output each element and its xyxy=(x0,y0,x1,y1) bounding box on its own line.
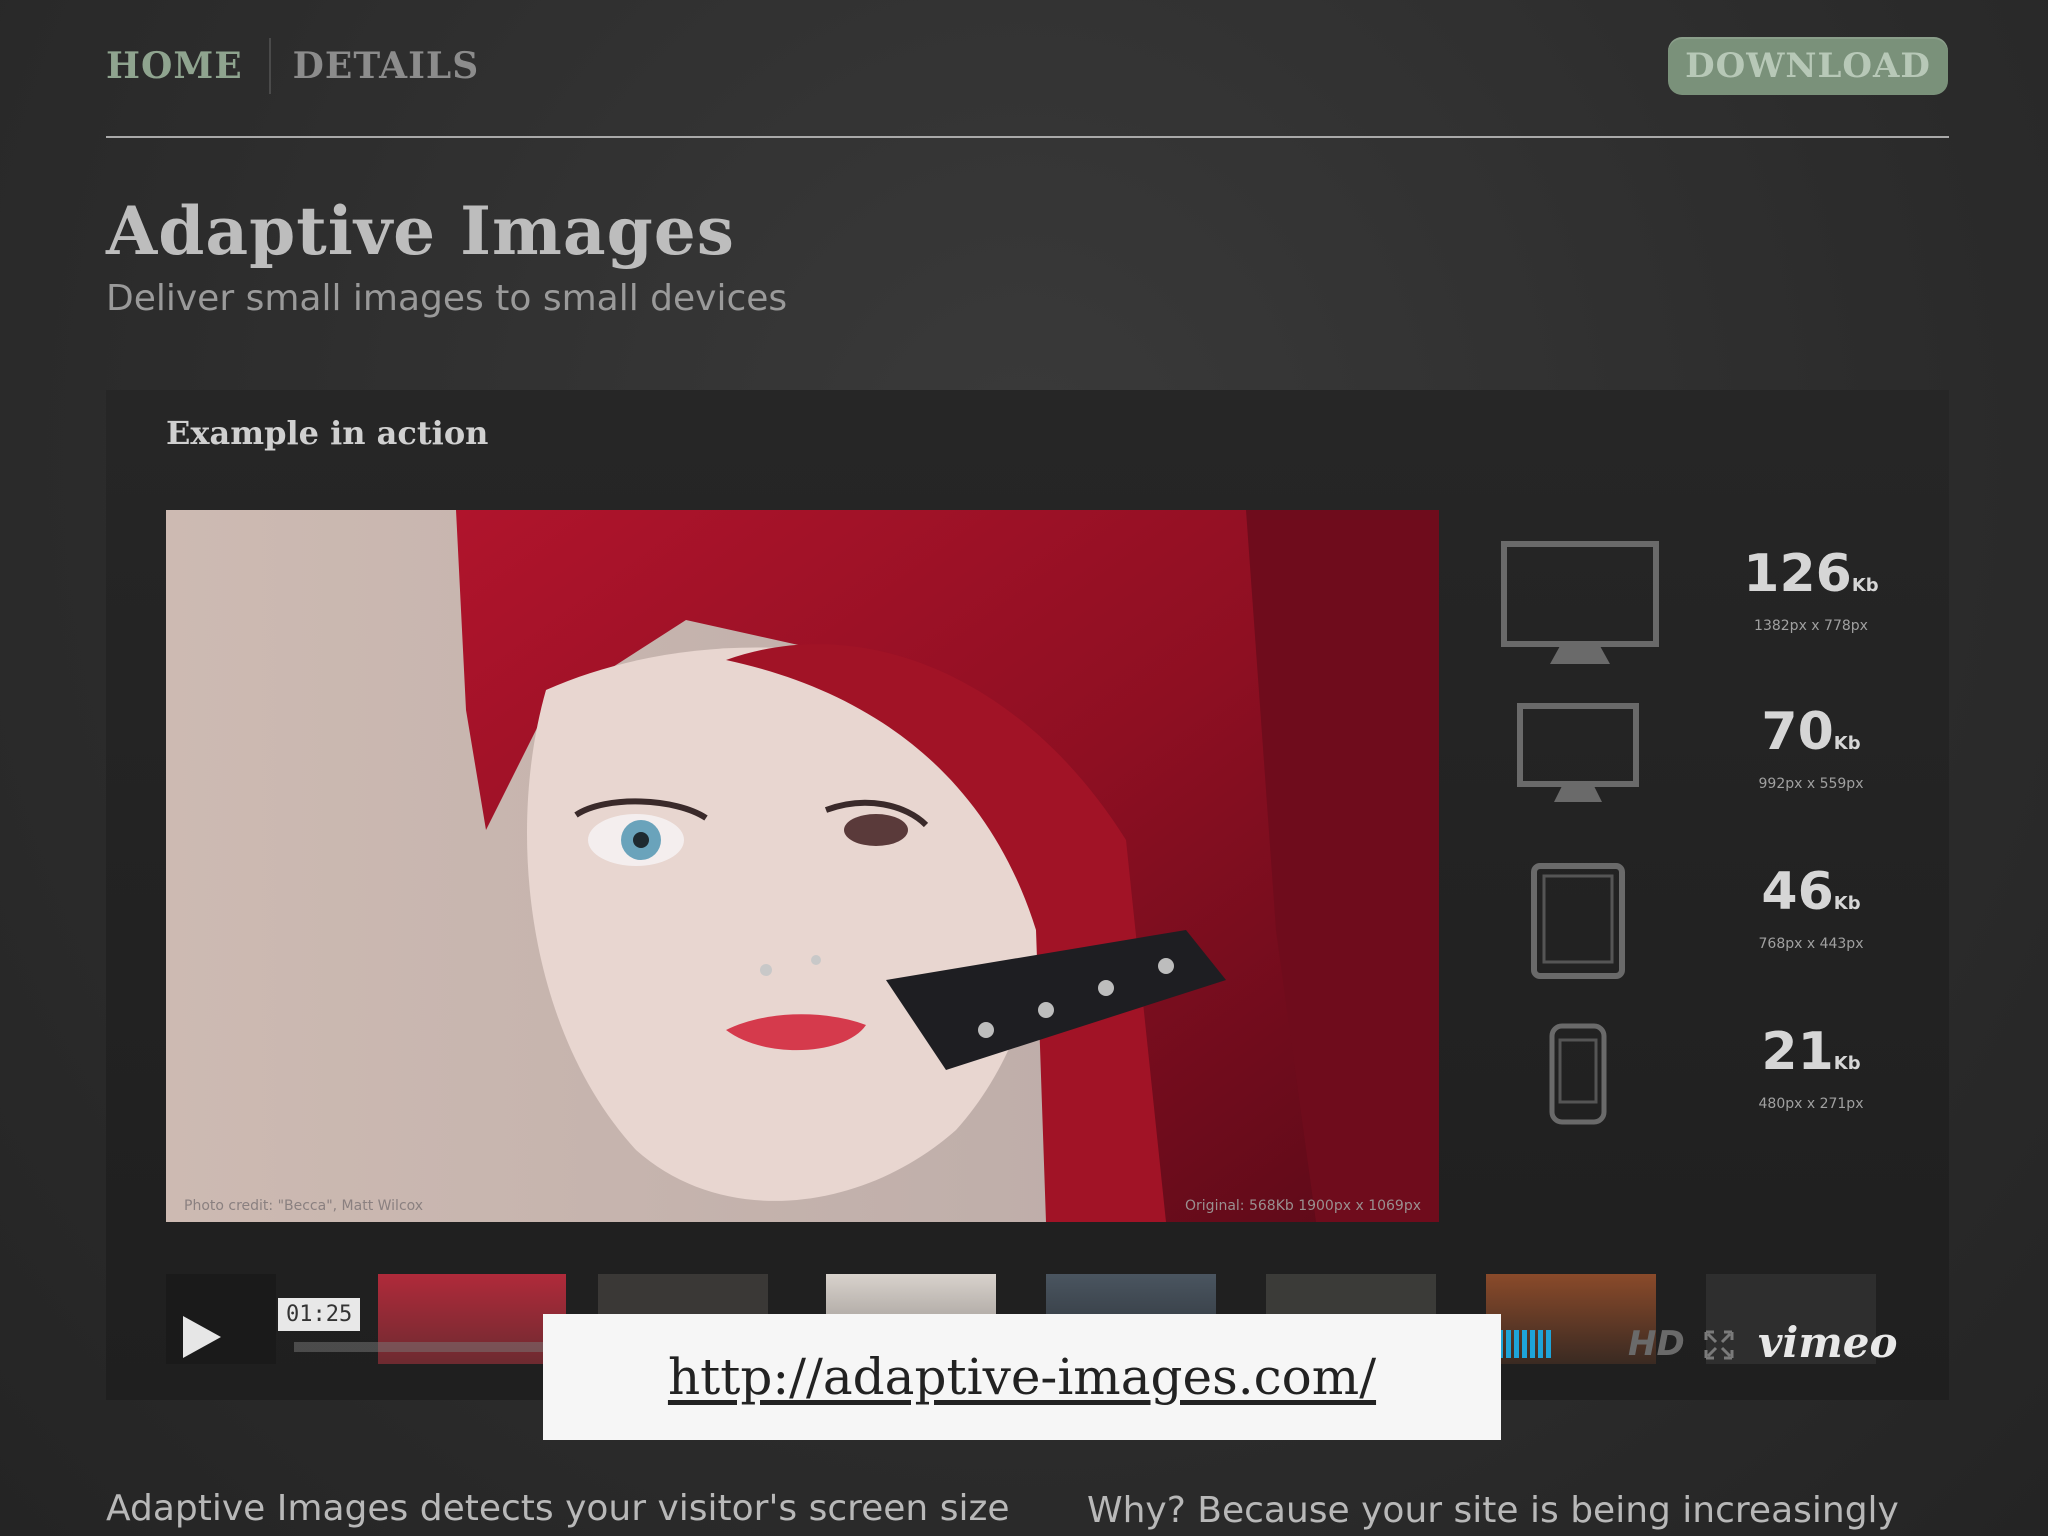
hd-toggle[interactable]: HD xyxy=(1628,1324,1685,1364)
size-value-phone: 21Kb xyxy=(1761,1022,1861,1082)
size-dims-desktop-small: 992px x 559px xyxy=(1758,776,1864,792)
top-nav: HOME DETAILS xyxy=(106,38,479,94)
size-dims-desktop-large: 1382px x 778px xyxy=(1754,618,1868,634)
size-dims-tablet: 768px x 443px xyxy=(1758,936,1864,952)
video-timecode: 01:25 xyxy=(278,1298,361,1331)
portrait-image xyxy=(166,510,1439,1222)
example-photo: Photo credit: "Becca", Matt Wilcox Origi… xyxy=(166,510,1439,1222)
site-url-link[interactable]: http://adaptive-images.com/ xyxy=(668,1348,1376,1406)
fullscreen-icon[interactable] xyxy=(1704,1330,1734,1360)
size-dims-phone: 480px x 271px xyxy=(1758,1096,1864,1112)
url-caption: http://adaptive-images.com/ xyxy=(543,1314,1501,1440)
size-value-desktop-small: 70Kb xyxy=(1761,702,1861,762)
example-video-panel[interactable]: Example in action Photo credit: "Becca",… xyxy=(106,390,1949,1400)
play-icon xyxy=(183,1316,221,1358)
phone-icon xyxy=(1549,1023,1607,1125)
photo-credit: Photo credit: "Becca", Matt Wilcox xyxy=(184,1198,424,1214)
download-button[interactable]: DOWNLOAD xyxy=(1668,37,1948,95)
page-subtitle: Deliver small images to small devices xyxy=(106,278,788,319)
vimeo-logo[interactable]: vimeo xyxy=(1758,1318,1898,1367)
page-title: Adaptive Images xyxy=(106,192,735,270)
nav-home-link[interactable]: HOME xyxy=(106,45,269,87)
size-value-tablet: 46Kb xyxy=(1761,862,1861,922)
tablet-icon xyxy=(1531,863,1625,979)
size-value-desktop-large: 126Kb xyxy=(1743,544,1879,604)
video-scrubber[interactable] xyxy=(294,1342,554,1352)
photo-original-size: Original: 568Kb 1900px x 1069px xyxy=(1185,1198,1421,1214)
header-divider xyxy=(106,136,1949,138)
intro-text-right: Why? Because your site is being increasi… xyxy=(1087,1490,1899,1531)
desktop-small-icon xyxy=(1517,703,1639,802)
nav-details-link[interactable]: DETAILS xyxy=(271,45,480,87)
desktop-large-icon xyxy=(1501,541,1659,664)
intro-text-left: Adaptive Images detects your visitor's s… xyxy=(106,1488,1010,1529)
example-heading: Example in action xyxy=(166,414,489,452)
play-button[interactable] xyxy=(166,1308,236,1366)
